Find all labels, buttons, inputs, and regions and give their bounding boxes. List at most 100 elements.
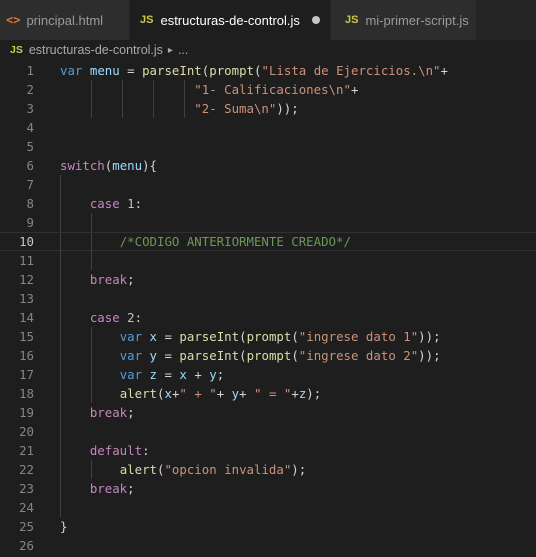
tab-mi-primer-script-js[interactable]: JS mi-primer-script.js [331,0,477,40]
code-line[interactable]: 8 case 1: [0,194,536,213]
line-number: 19 [19,405,34,420]
code-line[interactable]: 19 break; [0,403,536,422]
breadcrumb: JS estructuras-de-control.js ▸ ... [0,40,536,60]
code-token: alert [119,386,157,401]
code-token: 1 [127,196,135,211]
code-line[interactable]: 22 alert("opcion invalida"); [0,460,536,479]
html-icon: <> [6,13,21,27]
code-token: var [119,367,143,382]
code-token: "ingrese dato 1" [298,329,419,344]
code-token: : [142,443,150,458]
code-token: z [149,367,158,382]
code-token: )); [418,329,441,344]
line-number: 1 [26,63,34,78]
code-token: ); [291,462,307,477]
code-token: prompt [209,63,255,78]
code-token: ( [239,348,247,363]
tab-principal-html[interactable]: <> principal.html [0,0,130,40]
tab-estructuras-de-control-js[interactable]: JS estructuras-de-control.js [130,0,331,40]
line-number: 12 [19,272,34,287]
indent-guide [60,213,61,232]
code-line[interactable]: 16 var y = parseInt(prompt("ingrese dato… [0,346,536,365]
code-token: "ingrese dato 2" [298,348,419,363]
code-editor[interactable]: 1 var menu = parseInt(prompt("Lista de Ej… [0,60,536,557]
code-token: "opcion invalida" [164,462,292,477]
code-line[interactable]: 14 case 2: [0,308,536,327]
code-line[interactable]: 21 default: [0,441,536,460]
line-code: case 1: [60,194,142,213]
breadcrumb-more[interactable]: ... [178,43,188,57]
code-line[interactable]: 26 [0,536,536,555]
line-code: var x = parseInt(prompt("ingrese dato 1"… [60,327,441,346]
code-line[interactable]: 24 [0,498,536,517]
line-number: 8 [26,196,34,211]
code-token: : [134,310,143,325]
code-token: " = " [254,386,292,401]
code-line[interactable]: 18 alert(x+" + "+ y+ " = "+z); [0,384,536,403]
code-line[interactable]: 25} [0,517,536,536]
code-token: var [119,348,143,363]
indent-guide [60,251,61,270]
line-number: 7 [26,177,34,192]
line-code: break; [60,270,135,289]
line-number: 4 [26,120,34,135]
code-line[interactable]: 3 "2- Suma\n")); [0,99,536,118]
breadcrumb-file[interactable]: estructuras-de-control.js [29,43,163,57]
code-token: )); [418,348,441,363]
indent-guide [60,422,61,441]
code-token: 2 [127,310,135,325]
code-line[interactable]: 1 var menu = parseInt(prompt("Lista de Ej… [0,61,536,80]
code-line[interactable]: 10 /*CODIGO ANTERIORMENTE CREADO*/ [0,232,536,252]
editor-tab-bar: <> principal.html JS estructuras-de-cont… [0,0,536,40]
code-line[interactable]: 20 [0,422,536,441]
code-line[interactable]: 2 "1- Calificaciones\n"+ [0,80,536,99]
indent-guide [60,498,61,517]
line-number: 10 [19,234,34,249]
line-code: var y = parseInt(prompt("ingrese dato 2"… [60,346,441,365]
code-token: + [239,386,255,401]
code-token: } [60,519,68,534]
code-token: break [89,481,128,496]
unsaved-dot-icon[interactable] [311,16,320,24]
line-number: 9 [26,215,34,230]
line-number: 23 [19,481,34,496]
code-line[interactable]: 15 var x = parseInt(prompt("ingrese dato… [0,327,536,346]
line-number: 21 [19,443,34,458]
code-token: + [291,386,299,401]
js-icon: JS [140,14,154,26]
code-token: + [350,82,359,97]
line-code: /*CODIGO ANTERIORMENTE CREADO*/ [60,233,351,250]
code-token: ( [291,329,299,344]
code-line[interactable]: 17 var z = x + y; [0,365,536,384]
code-line[interactable]: 9 [0,213,536,232]
code-line[interactable]: 6 switch(menu){ [0,156,536,175]
code-token: = [157,367,180,382]
code-token: "2- Suma\n" [194,101,277,116]
line-code: var z = x + y; [60,365,225,384]
code-line[interactable]: 23 break; [0,479,536,498]
code-line[interactable]: 4 [0,118,536,137]
code-line[interactable]: 12 break; [0,270,536,289]
code-token: ; [127,481,135,496]
line-code: case 2: [60,308,142,327]
code-token: menu [112,158,143,173]
line-number: 3 [26,101,34,116]
code-line[interactable]: 7 [0,175,536,194]
code-line[interactable]: 13 [0,289,536,308]
line-code: "1- Calificaciones\n"+ [60,80,358,99]
code-token: var [119,329,143,344]
line-number: 13 [19,291,34,306]
code-line[interactable]: 5 [0,137,536,156]
code-token: prompt [246,329,292,344]
code-token: ; [216,367,225,382]
code-line[interactable]: 11 [0,251,536,270]
